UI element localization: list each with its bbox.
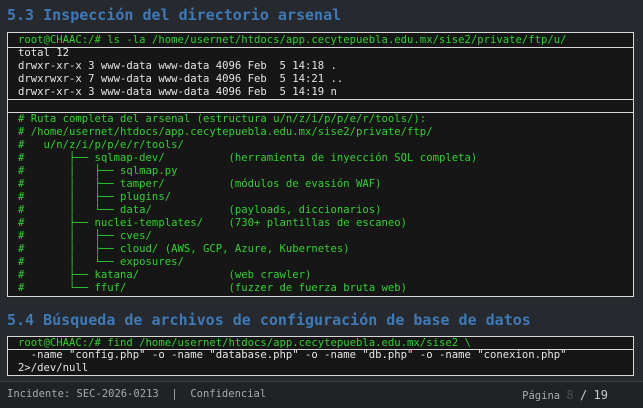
terminal-comment-line: # │ └── exposures/ <box>18 256 184 268</box>
terminal-block-find: root@CHAAC:/# find /home/usernet/htdocs/… <box>7 336 634 376</box>
terminal-comment-line: # ├── nuclei-templates/ (730+ plantillas… <box>18 217 408 229</box>
terminal-comment-line: # │ ├── cloud/ (AWS, GCP, Azure, Kuberne… <box>18 243 350 255</box>
page-label: Página <box>522 390 561 402</box>
terminal-comment-line: # │ ├── cves/ <box>18 230 152 242</box>
terminal-output-line: drwxrwxr-x 7 www-data www-data 4096 Feb … <box>18 73 344 85</box>
terminal-comment-line: # │ ├── plugins/ <box>18 191 172 203</box>
terminal-comment-line: # │ ├── sqlmap.py <box>18 165 178 177</box>
terminal-command: root@CHAAC:/# ls -la /home/usernet/htdoc… <box>18 34 567 46</box>
terminal-comment-line: # Ruta completa del arsenal (estructura … <box>18 113 427 125</box>
terminal-command-continuation: 2>/dev/null <box>18 362 89 374</box>
section-heading-db-config: 5.4 Búsqueda de archivos de configuració… <box>7 311 531 329</box>
terminal-comment-line: # ├── sqlmap-dev/ (herramienta de inyecc… <box>18 152 478 164</box>
page-footer: Incidente: SEC-2026-0213 | Confidencial … <box>0 381 643 408</box>
terminal-comment-line: # └── ffuf/ (fuzzer de fuerza bruta web) <box>18 282 408 294</box>
terminal-comment-line: # ├── katana/ (web crawler) <box>18 269 312 281</box>
terminal-comment-line: # │ ├── tamper/ (módulos de evasión WAF) <box>18 178 382 190</box>
terminal-command-continuation: -name "config.php" -o -name "database.ph… <box>18 349 567 361</box>
terminal-divider <box>8 47 633 48</box>
page-indicator: Página 8 / 19 <box>522 388 608 402</box>
incident-label: Incidente: SEC-2026-0213 | Confidencial <box>7 388 267 400</box>
terminal-comment-line: # u/n/z/i/p/p/e/r/tools/ <box>18 139 184 151</box>
terminal-output-line: drwxr-xr-x 3 www-data www-data 4096 Feb … <box>18 86 337 98</box>
section-heading-arsenal: 5.3 Inspección del directorio arsenal <box>7 6 342 24</box>
terminal-divider <box>8 99 633 100</box>
terminal-block-ls: root@CHAAC:/# ls -la /home/usernet/htdoc… <box>7 32 634 297</box>
terminal-output-line: total 12 <box>18 47 70 59</box>
terminal-comment-line: # │ └── data/ (payloads, diccionarios) <box>18 204 382 216</box>
page-separator: / <box>579 388 588 402</box>
terminal-output-line: drwxr-xr-x 3 www-data www-data 4096 Feb … <box>18 60 337 72</box>
page-total: 19 <box>593 388 608 402</box>
terminal-comment-line: # /home/usernet/htdocs/app.cecytepuebla.… <box>18 126 433 138</box>
page-current: 8 <box>566 388 574 402</box>
